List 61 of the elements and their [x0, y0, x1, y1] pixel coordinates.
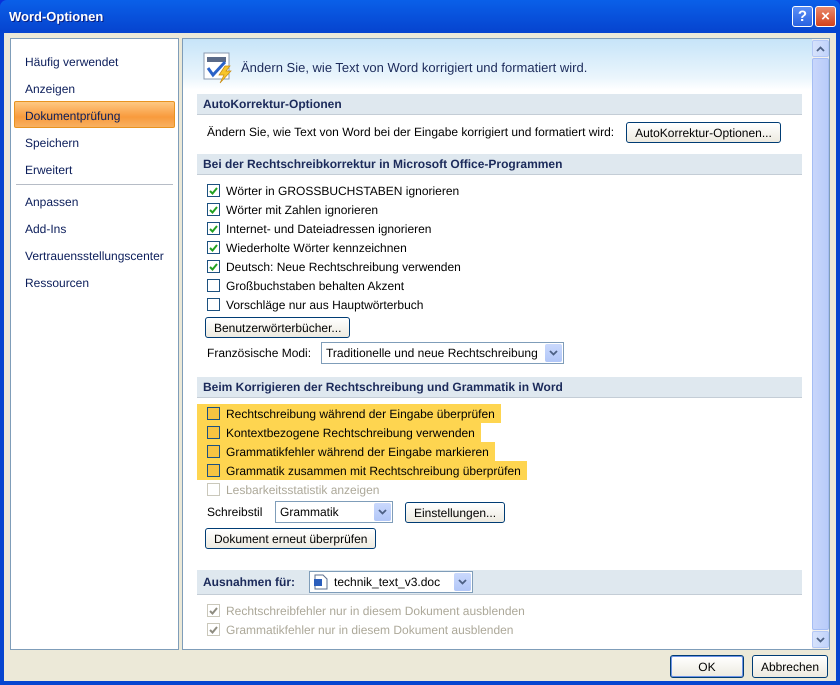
sidebar-item[interactable]: Ressourcen [14, 268, 175, 295]
sidebar-item[interactable]: Anzeigen [14, 74, 175, 101]
checkbox[interactable] [207, 203, 220, 216]
scrollbar-thumb[interactable] [812, 58, 829, 630]
header-text: Ändern Sie, wie Text von Word korrigiert und formatiert wird. [241, 58, 588, 77]
window-title: Word-Optionen [9, 8, 104, 26]
checkbox-label: Rechtschreibung während der Eingabe überprüfen [226, 406, 495, 422]
checkbox-label: Grammatikfehler nur in diesem Dokument ausblenden [226, 622, 514, 638]
checkbox-label: Großbuchstaben behalten Akzent [226, 278, 404, 294]
sidebar-item[interactable]: Speichern [14, 128, 175, 155]
ok-button[interactable]: OK [670, 655, 744, 678]
autocorrect-options-button[interactable]: AutoKorrektur-Optionen... [626, 122, 781, 142]
checkmark-bolt-icon [203, 52, 233, 84]
dropdown-field[interactable]: Grammatik [275, 501, 393, 523]
caret-icon [378, 509, 387, 515]
checkbox-label: Wörter mit Zahlen ignorieren [226, 202, 378, 218]
sidebar-item[interactable]: Erweitert [14, 155, 175, 182]
checkbox[interactable] [207, 426, 220, 439]
checkbox-label: Grammatikfehler während der Eingabe markieren [226, 444, 489, 460]
caret-icon [458, 579, 468, 585]
checkbox-label: Deutsch: Neue Rechtschreibung verwenden [226, 258, 461, 276]
checkbox[interactable] [207, 279, 220, 292]
option-label: Ändern Sie, wie Text von Word bei der Eingabe korrigiert und formatiert wird: [207, 124, 614, 141]
caret-icon [548, 350, 558, 356]
sidebar-item[interactable]: Häufig verwendet [14, 47, 175, 74]
checkbox[interactable] [207, 260, 220, 273]
dialog-button[interactable]: Dokument erneut überprüfen [205, 528, 376, 548]
section-title: Bei der Rechtschreibkorrektur in Microsoft Office-Programmen [203, 156, 562, 173]
help-button[interactable]: ? [792, 6, 813, 27]
section-title: Ausnahmen für: [203, 574, 296, 591]
cancel-button[interactable]: Abbrechen [752, 655, 828, 678]
scroll-up-icon[interactable] [812, 40, 829, 57]
checkbox[interactable] [207, 241, 220, 254]
document-icon [314, 574, 328, 590]
dialog-button[interactable]: Benutzerwörterbücher... [205, 316, 350, 338]
checkbox-label: Wiederholte Wörter kennzeichnen [226, 240, 407, 256]
checkbox-label: Wörter in GROSSBUCHSTABEN ignorieren [226, 182, 460, 200]
checkbox-label: Grammatik zusammen mit Rechtschreibung überprüfen [226, 462, 521, 480]
checkbox[interactable] [207, 407, 220, 420]
sidebar-item[interactable]: Dokumentprüfung [14, 101, 175, 128]
checkbox[interactable] [207, 222, 220, 235]
checkbox[interactable] [207, 445, 220, 458]
field-label: Französische Modi: [207, 345, 312, 362]
settings-button[interactable]: Einstellungen... [405, 502, 506, 522]
checkbox[interactable] [207, 298, 220, 311]
checkbox[interactable] [207, 184, 220, 197]
field-label: Schreibstil [207, 504, 264, 521]
scroll-down-icon[interactable] [812, 631, 829, 648]
sidebar-item[interactable]: Add-Ins [14, 214, 175, 241]
checkbox-label: Rechtschreibfehler nur in diesem Dokument ausblenden [226, 602, 525, 620]
section-title: Beim Korrigieren der Rechtschreibung und Grammatik in Word [203, 379, 563, 396]
dropdown-field[interactable]: technik_text_v3.doc [309, 571, 474, 593]
checkbox-label: Lesbarkeitsstatistik anzeigen [226, 482, 380, 498]
checkbox-label: Internet- und Dateiadressen ignorieren [226, 220, 432, 238]
checkbox-label: Kontextbezogene Rechtschreibung verwenden [226, 424, 475, 442]
sidebar-item[interactable]: Vertrauensstellungscenter [14, 241, 175, 268]
section-title: AutoKorrektur-Optionen [203, 96, 342, 113]
checkbox-label: Vorschläge nur aus Hauptwörterbuch [226, 296, 424, 314]
dropdown-field[interactable]: Traditionelle und neue Rechtschreibung [321, 342, 564, 364]
checkbox[interactable] [207, 464, 220, 477]
sidebar-item[interactable]: Anpassen [14, 187, 175, 214]
